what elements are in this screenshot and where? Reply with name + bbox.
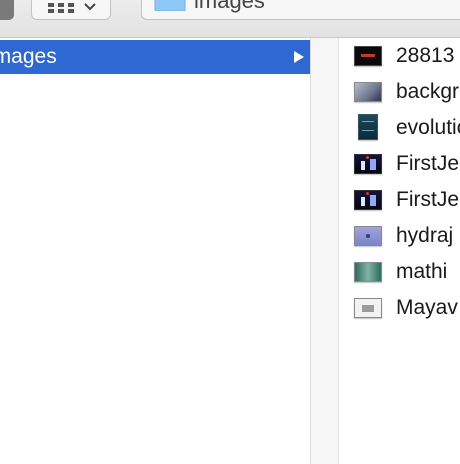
folder-icon [154, 0, 186, 11]
image-thumbnail-icon [354, 82, 382, 102]
toolbar: images [0, 0, 460, 38]
view-options-button[interactable] [31, 0, 111, 20]
grid-view-icon [48, 3, 74, 13]
browser-column-files: 28813 backgr evolutio FirstJe FirstJe hy… [339, 38, 460, 464]
image-thumbnail-icon [354, 262, 382, 282]
column-item-selected[interactable]: images [0, 40, 310, 74]
file-name: FirstJe [396, 188, 459, 211]
chevron-down-icon [84, 3, 96, 11]
image-thumbnail-icon [354, 190, 382, 210]
image-thumbnail-icon [354, 154, 382, 174]
path-label: images [194, 0, 265, 13]
file-row[interactable]: evolutio [339, 112, 460, 146]
file-row[interactable]: FirstJe [339, 148, 460, 182]
browser-column-parent: images [0, 38, 310, 464]
file-name: FirstJe [396, 152, 459, 175]
file-name: 28813 [396, 44, 455, 67]
file-row[interactable]: FirstJe [339, 184, 460, 218]
file-row[interactable]: mathi [339, 256, 460, 290]
file-row[interactable]: backgr [339, 76, 460, 110]
file-name: Mayav [396, 296, 458, 319]
file-name: mathi [396, 260, 448, 283]
image-thumbnail-icon [358, 114, 378, 140]
file-row[interactable]: hydraj [339, 220, 460, 254]
column-resize-handle[interactable] [310, 38, 339, 464]
finder-window: images images 28813 backgr evolutio Firs… [0, 0, 460, 464]
disclosure-triangle-icon [294, 51, 304, 63]
path-control[interactable]: images [141, 0, 460, 20]
file-name: backgr [396, 80, 460, 103]
image-thumbnail-icon [354, 46, 382, 66]
column-item-label: images [0, 45, 57, 68]
image-thumbnail-icon [354, 226, 382, 246]
image-thumbnail-icon [354, 298, 382, 318]
file-name: evolutio [396, 116, 460, 139]
file-name: hydraj [396, 224, 454, 247]
file-row[interactable]: 28813 [339, 40, 460, 74]
back-button[interactable] [0, 0, 14, 20]
file-row[interactable]: Mayav [339, 292, 460, 326]
